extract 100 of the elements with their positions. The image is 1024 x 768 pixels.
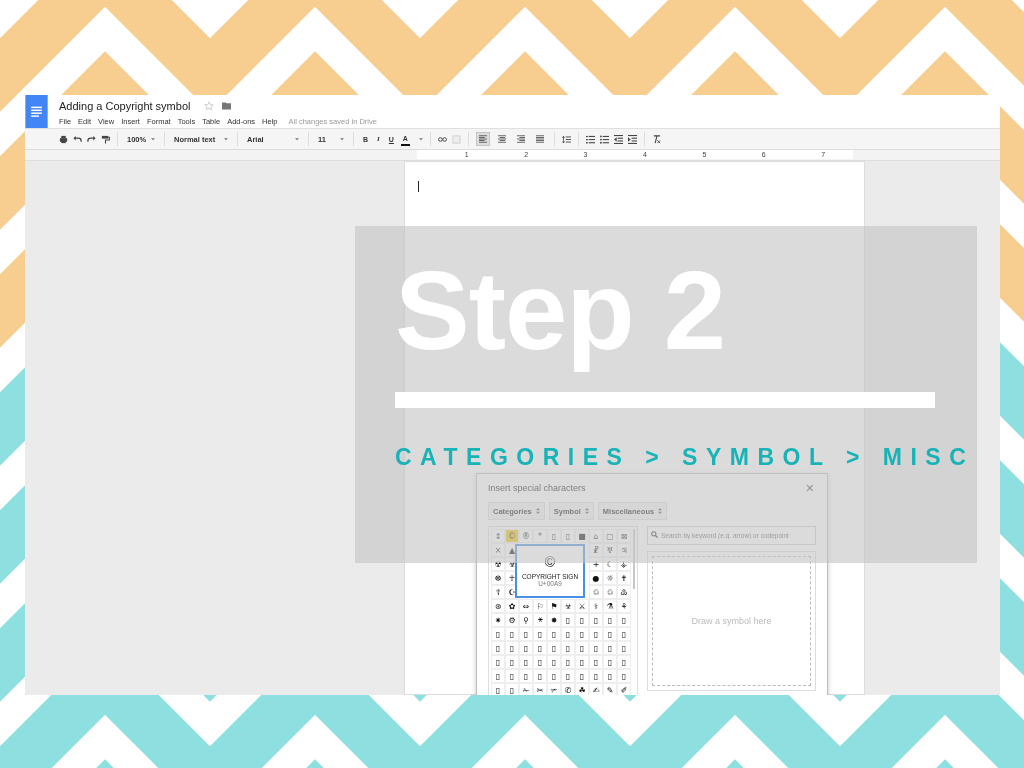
caret-icon[interactable] xyxy=(418,137,423,141)
star-icon[interactable] xyxy=(204,101,215,111)
symbol-cell[interactable]: ▯ xyxy=(575,613,589,627)
symbol-cell[interactable]: ☸ xyxy=(491,571,505,585)
symbol-cell[interactable]: ▯ xyxy=(491,683,505,695)
decrease-indent-icon[interactable] xyxy=(613,134,623,144)
symbol-cell[interactable]: ✍ xyxy=(589,683,603,695)
symbol-cell[interactable]: ✝ xyxy=(617,571,631,585)
symbol-cell[interactable]: ✃ xyxy=(547,683,561,695)
symbol-cell[interactable]: ♲ xyxy=(603,585,617,599)
symbol-cell[interactable]: ⚲ xyxy=(519,613,533,627)
document-logo-icon[interactable] xyxy=(25,95,48,128)
symbol-cell[interactable]: ♲ xyxy=(589,585,603,599)
paint-roller-icon[interactable] xyxy=(101,134,110,144)
symbol-cell[interactable]: ⇔ xyxy=(519,599,533,613)
symbol-cell[interactable]: ▯ xyxy=(589,655,603,669)
symbol-cell[interactable]: ✿ xyxy=(505,599,519,613)
symbol-cell[interactable]: ▯ xyxy=(547,641,561,655)
link-icon[interactable] xyxy=(437,134,447,144)
symbol-cell[interactable]: ⊛ xyxy=(491,599,505,613)
symbol-cell[interactable]: ▯ xyxy=(547,655,561,669)
symbol-cell[interactable]: ▯ xyxy=(589,641,603,655)
symbol-cell[interactable]: ▯ xyxy=(505,627,519,641)
symbol-cell[interactable]: + xyxy=(589,557,603,571)
symbol-cell[interactable]: ☘ xyxy=(575,683,589,695)
symbol-cell[interactable]: ✸ xyxy=(547,613,561,627)
symbol-cell[interactable]: ⚔ xyxy=(575,599,589,613)
align-button[interactable] xyxy=(475,132,490,146)
symbol-cell[interactable]: ▯ xyxy=(505,641,519,655)
symbol-cell[interactable]: ✐ xyxy=(617,683,631,695)
symbol-cell[interactable]: ✂ xyxy=(533,683,547,695)
symbol-cell[interactable]: ▯ xyxy=(575,627,589,641)
symbol-cell[interactable]: ▯ xyxy=(533,655,547,669)
symbol-cell[interactable]: ✷ xyxy=(491,613,505,627)
preview-symbol: © xyxy=(544,554,556,571)
symbol-cell[interactable]: ▯ xyxy=(575,669,589,683)
print-icon[interactable] xyxy=(59,134,68,144)
symbol-cell[interactable]: ⚹ xyxy=(533,613,547,627)
symbol-cell[interactable]: ▯ xyxy=(533,669,547,683)
symbol-cell[interactable]: ♳ xyxy=(617,585,631,599)
symbol-cell[interactable]: ▯ xyxy=(561,655,575,669)
symbol-cell[interactable]: ☼ xyxy=(603,571,617,585)
symbol-cell[interactable]: ▯ xyxy=(589,669,603,683)
symbol-cell[interactable]: ● xyxy=(589,571,603,585)
symbol-cell[interactable]: ▯ xyxy=(561,613,575,627)
symbol-cell[interactable]: ⚘ xyxy=(617,599,631,613)
symbol-cell[interactable]: ▯ xyxy=(617,669,631,683)
symbol-cell[interactable]: ▯ xyxy=(617,613,631,627)
symbol-cell[interactable]: ▯ xyxy=(533,641,547,655)
symbol-cell[interactable]: ▯ xyxy=(491,627,505,641)
symbol-cell[interactable]: ▯ xyxy=(519,655,533,669)
increase-indent-icon[interactable] xyxy=(627,134,637,144)
symbol-cell[interactable]: ⚕ xyxy=(589,599,603,613)
symbol-cell[interactable]: ☣ xyxy=(561,599,575,613)
symbol-cell[interactable]: ▯ xyxy=(617,655,631,669)
symbol-cell[interactable]: ▯ xyxy=(575,641,589,655)
symbol-cell[interactable]: ▯ xyxy=(561,627,575,641)
symbol-cell[interactable]: ▯ xyxy=(603,641,617,655)
symbol-cell[interactable]: ▯ xyxy=(575,655,589,669)
bulleted-list-icon[interactable] xyxy=(599,134,609,144)
undo-icon[interactable] xyxy=(73,134,82,144)
folder-icon[interactable] xyxy=(222,102,232,110)
symbol-cell[interactable]: ⚙ xyxy=(505,613,519,627)
document-title[interactable]: Adding a Copyright symbol xyxy=(59,100,191,112)
symbol-cell[interactable]: ▯ xyxy=(589,613,603,627)
symbol-cell[interactable]: ▯ xyxy=(561,669,575,683)
symbol-cell[interactable]: ☦ xyxy=(491,585,505,599)
symbol-cell[interactable]: ▯ xyxy=(491,669,505,683)
redo-icon[interactable] xyxy=(87,134,96,144)
symbol-cell[interactable]: ✁ xyxy=(519,683,533,695)
symbol-cell[interactable]: ▯ xyxy=(561,641,575,655)
symbol-cell[interactable]: ⚐ xyxy=(533,599,547,613)
symbol-cell[interactable]: ▯ xyxy=(547,669,561,683)
symbol-cell[interactable]: ▯ xyxy=(617,627,631,641)
scrollbar[interactable] xyxy=(633,529,635,589)
symbol-cell[interactable]: ✆ xyxy=(561,683,575,695)
numbered-list-icon[interactable] xyxy=(585,134,595,144)
symbol-cell[interactable]: ▯ xyxy=(603,627,617,641)
symbol-cell[interactable]: ▯ xyxy=(617,641,631,655)
line-spacing-icon[interactable] xyxy=(561,134,571,144)
symbol-cell[interactable]: ▯ xyxy=(505,683,519,695)
symbol-cell[interactable]: ▯ xyxy=(491,655,505,669)
symbol-cell[interactable]: ▯ xyxy=(519,641,533,655)
symbol-cell[interactable]: ▯ xyxy=(603,655,617,669)
symbol-cell[interactable]: ⚗ xyxy=(603,599,617,613)
symbol-cell[interactable]: ▯ xyxy=(533,627,547,641)
symbol-cell[interactable]: ▯ xyxy=(491,641,505,655)
symbol-cell[interactable]: ▯ xyxy=(519,669,533,683)
clear-formatting-icon[interactable] xyxy=(651,134,661,144)
symbol-cell[interactable]: ✎ xyxy=(603,683,617,695)
symbol-cell[interactable]: ☢ xyxy=(491,557,505,571)
symbol-cell[interactable]: ▯ xyxy=(505,669,519,683)
symbol-cell[interactable]: ▯ xyxy=(547,627,561,641)
symbol-cell[interactable]: ▯ xyxy=(505,655,519,669)
symbol-cell[interactable]: ▯ xyxy=(589,627,603,641)
symbol-cell[interactable]: ▯ xyxy=(603,613,617,627)
symbol-cell[interactable]: ▯ xyxy=(603,669,617,683)
symbol-cell[interactable]: ▯ xyxy=(519,627,533,641)
symbol-cell[interactable]: ⚑ xyxy=(547,599,561,613)
symbol-cell[interactable]: ⚶ xyxy=(617,557,631,571)
